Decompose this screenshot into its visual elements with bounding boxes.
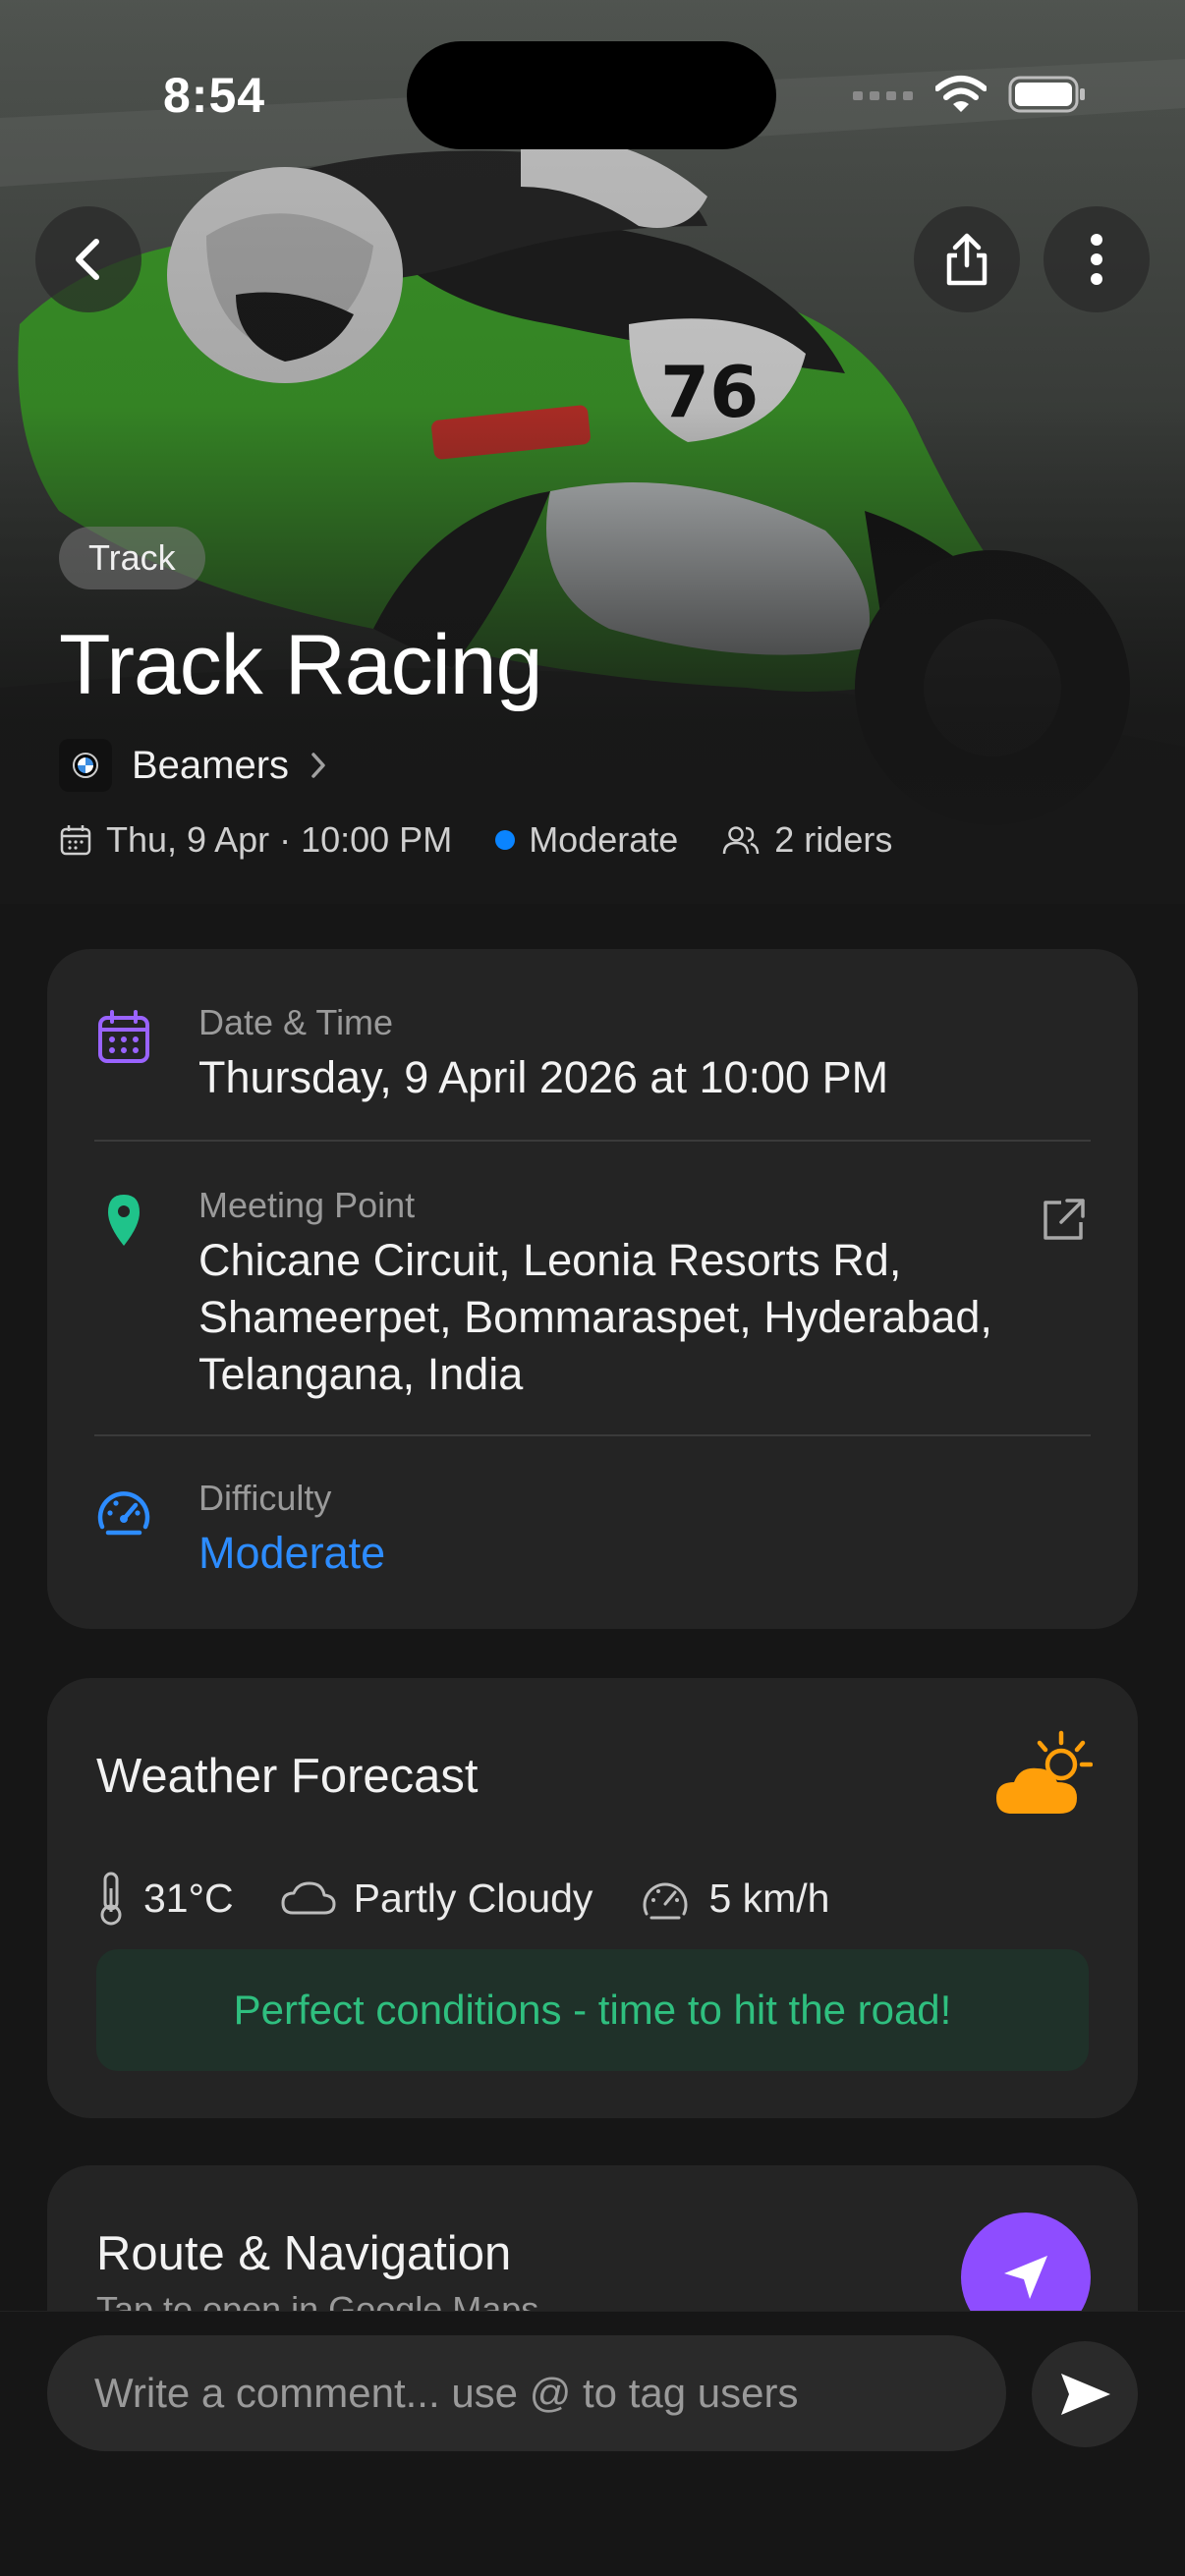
send-button[interactable]	[1032, 2341, 1138, 2447]
wind-value: 5 km/h	[708, 1875, 830, 1921]
navigation-arrow-icon	[1004, 2256, 1047, 2299]
divider	[94, 1140, 1091, 1142]
status-icons	[853, 75, 1087, 114]
more-options-button[interactable]	[1044, 206, 1150, 312]
divider	[94, 1434, 1091, 1436]
difficulty-label: Difficulty	[198, 1478, 332, 1518]
speedometer-icon	[97, 1491, 150, 1536]
share-button[interactable]	[914, 206, 1020, 312]
partly-sunny-icon	[996, 1730, 1093, 1814]
meta-riders: 2 riders	[774, 819, 893, 860]
back-button[interactable]	[35, 206, 141, 312]
status-time: 8:54	[163, 68, 266, 123]
ride-title: Track Racing	[59, 618, 542, 712]
thermometer-icon	[100, 1872, 122, 1926]
temperature-value: 31°C	[143, 1875, 234, 1921]
send-icon	[1061, 2374, 1110, 2415]
cloud-icon	[281, 1881, 336, 1915]
ride-details-card: Date & Time Thursday, 9 April 2026 at 10…	[47, 949, 1138, 1629]
difficulty-dot-icon	[495, 830, 516, 850]
organizer-link[interactable]: Beamers	[59, 739, 328, 792]
share-icon	[946, 233, 988, 286]
date-time-value: Thursday, 9 April 2026 at 10:00 PM	[198, 1052, 889, 1102]
battery-icon	[1008, 76, 1085, 113]
more-vertical-icon	[1091, 234, 1102, 285]
date-time-row: Date & Time Thursday, 9 April 2026 at 10…	[94, 1002, 1091, 1106]
calendar-icon	[98, 1010, 149, 1063]
weather-card: Weather Forecast 31°C Partly Cloudy 5 km…	[47, 1678, 1138, 2118]
bmw-logo-icon	[73, 753, 98, 778]
signal-icon	[853, 91, 913, 100]
calendar-icon	[60, 825, 91, 856]
difficulty-row: Difficulty Moderate	[94, 1478, 1091, 1582]
condition-value: Partly Cloudy	[353, 1875, 593, 1921]
organizer-name: Beamers	[132, 743, 290, 787]
external-link-icon[interactable]	[1040, 1197, 1087, 1244]
route-title: Route & Navigation	[96, 2227, 512, 2280]
difficulty-value: Moderate	[198, 1528, 386, 1578]
weather-stats-row: 31°C Partly Cloudy 5 km/h	[96, 1871, 876, 1926]
meeting-point-row[interactable]: Meeting Point Chicane Circuit, Leonia Re…	[94, 1185, 1091, 1403]
organizer-logo	[59, 739, 112, 792]
wifi-icon	[935, 76, 987, 112]
meeting-point-label: Meeting Point	[198, 1185, 416, 1225]
map-pin-icon	[108, 1195, 140, 1246]
category-tag: Track	[59, 527, 205, 589]
meta-datetime: Thu, 9 Apr · 10:00 PM	[106, 819, 453, 860]
chevron-left-icon	[76, 239, 99, 280]
comment-composer	[0, 2311, 1185, 2576]
comment-input[interactable]	[47, 2335, 1006, 2451]
ride-meta-row: Thu, 9 Apr · 10:00 PM Moderate 2 riders	[59, 819, 935, 861]
weather-title: Weather Forecast	[96, 1750, 479, 1803]
chevron-right-icon	[311, 753, 325, 778]
meeting-point-value: Chicane Circuit, Leonia Resorts Rd, Sham…	[198, 1235, 992, 1399]
riders-icon	[723, 826, 760, 855]
meta-difficulty: Moderate	[529, 819, 679, 860]
date-time-label: Date & Time	[198, 1002, 394, 1042]
wind-gauge-icon	[644, 1882, 688, 1920]
dynamic-island	[407, 41, 776, 149]
weather-advice-banner: Perfect conditions - time to hit the roa…	[96, 1949, 1089, 2071]
